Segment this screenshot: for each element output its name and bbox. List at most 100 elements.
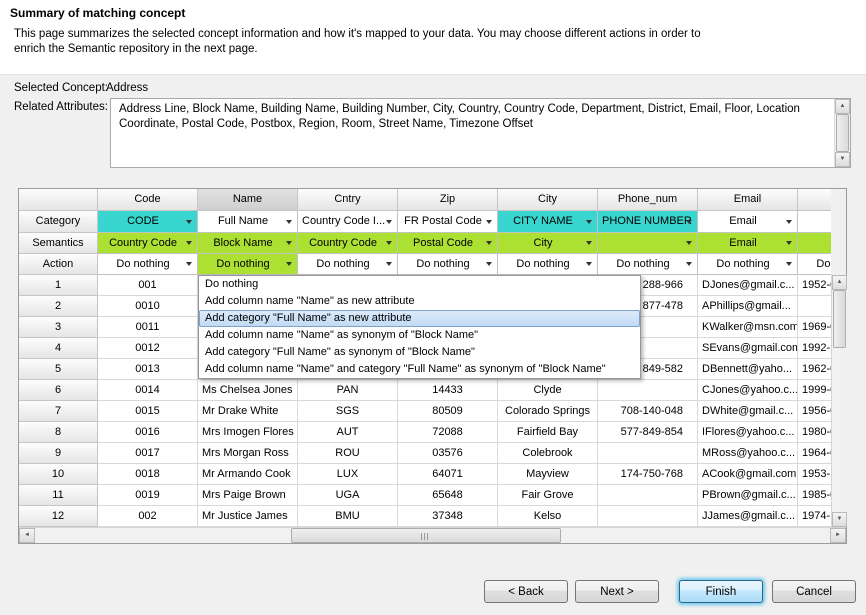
cell-extra: 1980-0	[798, 422, 831, 443]
cell-country: AUT	[298, 422, 398, 443]
scroll-down-icon[interactable]	[832, 512, 847, 527]
cell-extra: 1999-0	[798, 380, 831, 401]
row-number: 10	[19, 464, 98, 485]
cell-code: 0019	[98, 485, 198, 506]
column-header-phone: Phone_num	[598, 189, 698, 211]
cell-phone	[598, 485, 698, 506]
semantics-row-label: Semantics	[19, 233, 98, 254]
chevron-down-icon	[286, 220, 292, 224]
action-combo-code[interactable]: Do nothing	[98, 254, 198, 275]
cell-extra: 1962-0	[798, 359, 831, 380]
category-combo-extra[interactable]	[798, 211, 831, 233]
chevron-down-icon	[286, 241, 292, 245]
related-attributes-text: Address Line, Block Name, Building Name,…	[119, 102, 826, 132]
cell-email: PBrown@gmail.c...	[698, 485, 798, 506]
menu-item[interactable]: Add column name "Name" as new attribute	[199, 293, 640, 310]
action-combo-city[interactable]: Do nothing	[498, 254, 598, 275]
category-combo-zip[interactable]: FR Postal Code	[398, 211, 498, 233]
action-combo-email[interactable]: Do nothing	[698, 254, 798, 275]
chevron-down-icon	[386, 241, 392, 245]
cell-phone	[598, 443, 698, 464]
cell-name: Mrs Imogen Flores	[198, 422, 298, 443]
cell-email: CJones@yahoo.c...	[698, 380, 798, 401]
semantics-combo-name[interactable]: Block Name	[198, 233, 298, 254]
scroll-up-icon[interactable]	[835, 99, 850, 114]
cell-city: Clyde	[498, 380, 598, 401]
cell-code: 0010	[98, 296, 198, 317]
action-combo-extra[interactable]: Do nothing	[798, 254, 831, 275]
column-header-cntry: Cntry	[298, 189, 398, 211]
attributes-scrollbar[interactable]	[834, 99, 850, 167]
back-button[interactable]: < Back	[484, 580, 568, 603]
scrollbar-thumb[interactable]	[833, 290, 846, 348]
scrollbar-thumb[interactable]	[836, 114, 849, 152]
related-attributes-label: Related Attributes:	[14, 101, 108, 113]
cell-city: Kelso	[498, 506, 598, 527]
table-vscrollbar[interactable]	[831, 275, 847, 527]
chevron-down-icon	[486, 220, 492, 224]
scroll-right-icon[interactable]	[830, 528, 846, 543]
cancel-button[interactable]: Cancel	[772, 580, 856, 603]
row-number: 2	[19, 296, 98, 317]
cell-code: 0011	[98, 317, 198, 338]
chevron-down-icon	[186, 262, 192, 266]
cell-phone: 174-750-768	[598, 464, 698, 485]
menu-item[interactable]: Add column name "Name" and category "Ful…	[199, 361, 640, 378]
action-combo-phone[interactable]: Do nothing	[598, 254, 698, 275]
cell-country: LUX	[298, 464, 398, 485]
table-hscrollbar[interactable]	[19, 527, 846, 543]
cell-name: Mr Drake White	[198, 401, 298, 422]
row-number: 11	[19, 485, 98, 506]
column-header-name: Name	[198, 189, 298, 211]
chevron-down-icon	[586, 262, 592, 266]
semantics-combo-extra[interactable]	[798, 233, 831, 254]
category-combo-email[interactable]: Email	[698, 211, 798, 233]
menu-item[interactable]: Add category "Full Name" as new attribut…	[199, 310, 640, 327]
page-description: This page summarizes the selected concep…	[14, 27, 706, 57]
category-row: Category CODE Full Name Country Code I..…	[19, 211, 831, 233]
chevron-down-icon	[786, 262, 792, 266]
cell-country: UGA	[298, 485, 398, 506]
cell-city: Fairfield Bay	[498, 422, 598, 443]
semantics-combo-phone[interactable]	[598, 233, 698, 254]
action-combo-name[interactable]: Do nothing	[198, 254, 298, 275]
category-combo-cntry[interactable]: Country Code I...	[298, 211, 398, 233]
semantics-combo-code[interactable]: Country Code	[98, 233, 198, 254]
menu-item[interactable]: Add column name "Name" as synonym of "Bl…	[199, 327, 640, 344]
chevron-down-icon	[686, 241, 692, 245]
next-button[interactable]: Next >	[575, 580, 659, 603]
scroll-left-icon[interactable]	[19, 528, 35, 543]
cell-email: SEvans@gmail.com	[698, 338, 798, 359]
cell-email: DBennett@yaho...	[698, 359, 798, 380]
chevron-down-icon	[786, 241, 792, 245]
semantics-combo-email[interactable]: Email	[698, 233, 798, 254]
semantics-combo-cntry[interactable]: Country Code	[298, 233, 398, 254]
cell-zip: 14433	[398, 380, 498, 401]
action-row-label: Action	[19, 254, 98, 275]
cell-code: 002	[98, 506, 198, 527]
menu-item[interactable]: Add category "Full Name" as synonym of "…	[199, 344, 640, 361]
semantics-combo-zip[interactable]: Postal Code	[398, 233, 498, 254]
cell-country: ROU	[298, 443, 398, 464]
category-combo-code[interactable]: CODE	[98, 211, 198, 233]
category-combo-city[interactable]: CITY NAME	[498, 211, 598, 233]
cell-code: 0017	[98, 443, 198, 464]
scroll-down-icon[interactable]	[835, 152, 850, 167]
cell-name: Mr Armando Cook	[198, 464, 298, 485]
cell-country: BMU	[298, 506, 398, 527]
scroll-up-icon[interactable]	[832, 275, 847, 290]
scrollbar-thumb[interactable]	[291, 528, 561, 543]
chevron-down-icon	[386, 220, 392, 224]
menu-item[interactable]: Do nothing	[199, 276, 640, 293]
category-combo-phone[interactable]: PHONE NUMBER	[598, 211, 698, 233]
action-combo-cntry[interactable]: Do nothing	[298, 254, 398, 275]
action-combo-zip[interactable]: Do nothing	[398, 254, 498, 275]
row-number: 5	[19, 359, 98, 380]
cell-name: Mrs Morgan Ross	[198, 443, 298, 464]
semantics-combo-city[interactable]: City	[498, 233, 598, 254]
category-combo-name[interactable]: Full Name	[198, 211, 298, 233]
cell-zip: 64071	[398, 464, 498, 485]
cell-extra: 1964-0	[798, 443, 831, 464]
finish-button[interactable]: Finish	[679, 580, 763, 603]
cell-email: DWhite@gmail.c...	[698, 401, 798, 422]
